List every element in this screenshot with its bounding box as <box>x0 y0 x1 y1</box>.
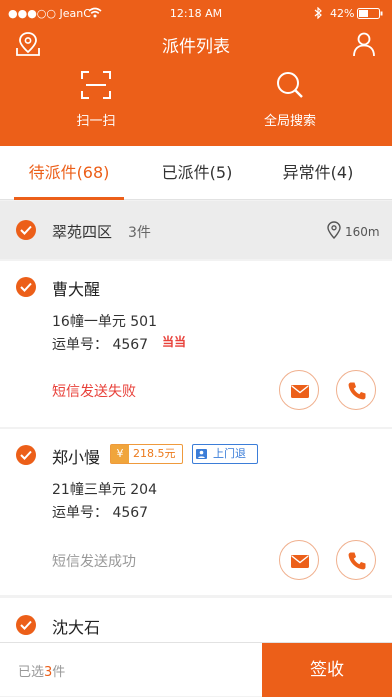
checkmark-icon <box>20 282 32 292</box>
scan-label: 扫一扫 <box>76 114 116 129</box>
battery-icon <box>357 8 383 19</box>
tab-exception[interactable]: 异常件(4) <box>253 146 383 200</box>
bluetooth-icon <box>314 7 322 19</box>
tab-pending[interactable]: 待派件(68) <box>4 146 134 200</box>
selected-count-label: 已选3件 <box>18 661 65 680</box>
header: 派件列表 扫一扫 全局搜索 <box>0 26 392 146</box>
phone-icon <box>348 552 366 570</box>
pickup-return-label: 上门退 <box>213 447 246 460</box>
scan-button[interactable]: 扫一扫 <box>36 70 156 129</box>
waybill-number: 运单号： 4567 <box>52 337 149 353</box>
price-symbol: ¥ <box>111 445 129 463</box>
item-checkbox[interactable] <box>16 615 36 635</box>
recipient-name: 曹大醒 <box>52 280 101 299</box>
user-card-icon <box>196 449 207 459</box>
selected-suffix: 件 <box>52 665 66 680</box>
envelope-icon <box>291 555 309 568</box>
checkmark-icon <box>20 225 32 235</box>
recipient-name: 沈大石 <box>52 618 101 637</box>
list-item[interactable]: 郑小慢 ¥218.5元 上门退 21幢三单元 204 运单号： 4567 短信发… <box>0 429 392 595</box>
group-header[interactable]: 翠苑四区 3件 160m <box>0 201 392 259</box>
sms-status: 短信发送失败 <box>52 384 136 400</box>
price-amount: 218.5元 <box>133 447 176 460</box>
search-icon <box>277 72 303 98</box>
call-button[interactable] <box>336 370 376 410</box>
checkmark-icon <box>20 620 32 630</box>
recipient-address: 16幢一单元 501 <box>52 314 157 330</box>
search-label: 全局搜索 <box>263 114 316 129</box>
group-checkbox[interactable] <box>16 220 36 240</box>
user-icon[interactable] <box>352 31 376 57</box>
tab-delivered[interactable]: 已派件(5) <box>132 146 262 200</box>
sms-button[interactable] <box>279 370 319 410</box>
page-title: 派件列表 <box>162 37 230 57</box>
global-search-button[interactable]: 全局搜索 <box>230 70 350 129</box>
list-item[interactable]: 沈大石 <box>0 598 392 642</box>
status-bar: ●●●○○ JeanC 12:18 AM 42% <box>0 0 392 26</box>
sms-button[interactable] <box>279 540 319 580</box>
call-button[interactable] <box>336 540 376 580</box>
active-tab-indicator <box>14 197 124 200</box>
group-distance: 160m <box>345 225 380 239</box>
cod-price-tag: ¥218.5元 <box>110 444 183 464</box>
envelope-icon <box>291 385 309 398</box>
group-name: 翠苑四区 <box>52 223 113 241</box>
tab-bar: 待派件(68) 已派件(5) 异常件(4) <box>0 146 392 200</box>
recipient-name: 郑小慢 <box>52 448 101 467</box>
recipient-address: 21幢三单元 204 <box>52 482 157 498</box>
waybill-number: 运单号： 4567 <box>52 505 149 521</box>
pickup-return-tag: 上门退 <box>192 444 258 464</box>
scan-icon <box>81 71 111 99</box>
sms-status: 短信发送成功 <box>52 554 136 570</box>
checkmark-icon <box>20 450 32 460</box>
bottom-bar: 已选3件 签收 <box>0 642 392 697</box>
item-checkbox[interactable] <box>16 277 36 297</box>
location-icon <box>327 221 341 239</box>
selected-prefix: 已选 <box>18 665 45 680</box>
merchant-badge: 当当 <box>162 335 187 349</box>
sign-button[interactable]: 签收 <box>262 643 392 697</box>
battery-percent: 42% <box>330 7 355 20</box>
list-item[interactable]: 曹大醒 16幢一单元 501 运单号： 4567 当当 短信发送失败 <box>0 261 392 427</box>
phone-icon <box>348 382 366 400</box>
group-count: 3件 <box>128 225 151 241</box>
item-checkbox[interactable] <box>16 445 36 465</box>
